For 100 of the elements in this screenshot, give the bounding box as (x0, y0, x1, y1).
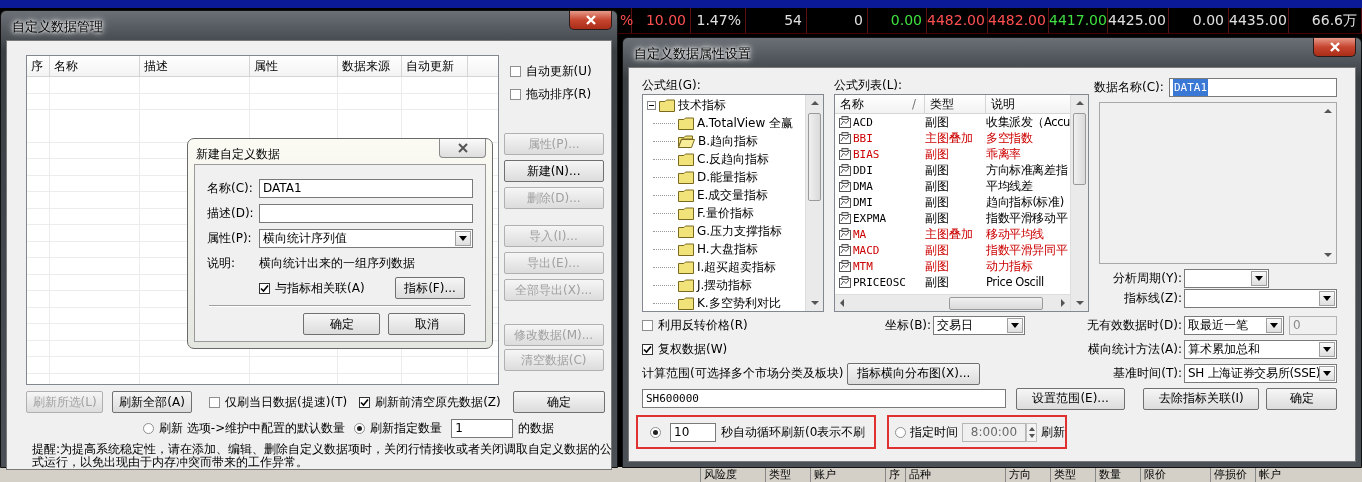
radio-button[interactable] (895, 426, 906, 438)
dialog-button[interactable]: 取消 (388, 313, 465, 335)
formula-name[interactable]: EXPMA (853, 211, 925, 225)
quote-value: 66.6万 (1289, 8, 1362, 33)
formula-name[interactable]: MACD (853, 243, 925, 257)
formula-description: 乖离率 (986, 146, 1022, 162)
tree-item[interactable]: H.大盘指标 (697, 240, 758, 258)
ok-button[interactable]: 确定 (512, 391, 605, 413)
tree-item[interactable]: A.TotalView 全赢 (697, 114, 794, 132)
radio-button[interactable] (650, 426, 661, 438)
folder-icon (659, 98, 675, 112)
tree-item[interactable]: K.多空势利对比 (697, 294, 781, 311)
quote-value: 0 (807, 8, 868, 33)
close-button[interactable] (1313, 38, 1356, 57)
formula-icon (838, 259, 853, 273)
text-field[interactable]: DATA1 (259, 179, 473, 198)
dropdown[interactable]: 交易日 (933, 316, 1026, 335)
tree-item[interactable]: G.压力支撑指标 (697, 222, 783, 240)
tree-item[interactable]: J.摆动指标 (697, 276, 753, 294)
window-title: 新建自定义数据 (195, 146, 280, 163)
quote-value: 4435.00 (1229, 8, 1289, 33)
dropdown[interactable]: 取最近一笔 (1184, 316, 1284, 335)
formula-name[interactable]: MTM (853, 259, 925, 273)
radio-button[interactable] (354, 423, 366, 434)
formula-description: 趋向指标(标准) (986, 194, 1065, 210)
radio-label: 刷新 选项->维护中配置的默认数量 (159, 420, 346, 437)
side-button[interactable]: 新建(N)... (503, 160, 604, 182)
field-label: 描述(D): (207, 205, 255, 222)
column-header[interactable]: 名称 (50, 56, 140, 76)
dropdown[interactable] (1184, 289, 1337, 308)
close-button[interactable] (569, 11, 612, 30)
tree-item[interactable]: C.反趋向指标 (697, 150, 770, 168)
column-header[interactable]: 类型 (925, 95, 986, 113)
column-header[interactable]: 数据来源 (338, 56, 402, 76)
checkbox[interactable] (642, 344, 653, 355)
quote-value: 1.47% (691, 8, 746, 33)
dropdown[interactable]: 算术累加总和 (1184, 340, 1337, 359)
formula-name[interactable]: DMI (853, 195, 925, 209)
formula-name[interactable]: DDI (853, 163, 925, 177)
dialog-button[interactable]: 去除指标关联(I) (1143, 387, 1260, 410)
checkbox[interactable] (209, 396, 221, 408)
count-field[interactable]: 1 (451, 419, 514, 438)
dropdown[interactable]: 横向统计序列值 (259, 229, 473, 248)
checkbox[interactable] (259, 282, 270, 294)
dialog-button[interactable]: 确定 (303, 313, 380, 335)
column-header[interactable]: 序 (27, 56, 50, 76)
formula-name[interactable]: BIAS (853, 147, 925, 161)
formula-name[interactable]: MA (853, 227, 925, 241)
formula-icon (838, 115, 853, 129)
tree-item[interactable]: 技术指标 (678, 96, 726, 114)
checkbox[interactable] (359, 396, 371, 408)
indicator-button[interactable]: 指标(F)... (395, 277, 465, 299)
field-label: 横向统计方法(A): (1087, 341, 1183, 358)
formula-name[interactable]: ACD (853, 115, 925, 129)
tree-item[interactable]: D.能量指标 (697, 168, 759, 186)
spinner[interactable] (1026, 422, 1037, 442)
scrollbar[interactable] (835, 294, 1070, 311)
formula-icon (838, 275, 853, 289)
seconds-field[interactable]: 10 (670, 422, 716, 442)
formula-type: 副图 (925, 178, 950, 194)
quote-value: 10.00 (632, 8, 691, 33)
range-field[interactable]: SH600000 (642, 389, 1006, 408)
column-header[interactable]: 描述 (140, 56, 250, 76)
checkbox[interactable] (642, 320, 653, 331)
dropdown[interactable] (1184, 269, 1269, 288)
checkbox[interactable] (509, 66, 521, 77)
tree-item[interactable]: F.量价指标 (697, 204, 754, 222)
tree-item[interactable]: I.超买超卖指标 (697, 258, 777, 276)
dialog-button[interactable]: 设置范围(E)... (1016, 387, 1126, 410)
scrollbar[interactable] (805, 95, 823, 311)
formula-description: 多空指数 (986, 130, 1034, 146)
scrollbar[interactable] (1070, 95, 1088, 311)
warning-note: 提醒:为提高系统稳定性，请在添加、编辑、删除自定义数据项时，关闭行情接收或者关闭调取自定义数据的公式运行，以免出现由于内存冲突而带来的工作异常。 (32, 443, 614, 469)
formula-name[interactable]: BBI (853, 131, 925, 145)
tree-item[interactable]: E.成交量指标 (697, 186, 769, 204)
refresh-label: 刷新 (1041, 423, 1065, 441)
dialog-button[interactable]: 确定 (1266, 387, 1337, 410)
formula-name[interactable]: DMA (853, 179, 925, 193)
formula-icon (838, 227, 853, 241)
formula-description: 动力指标 (986, 258, 1034, 274)
column-header[interactable]: 说明 (986, 95, 1070, 113)
column-header[interactable]: 名称 (835, 95, 907, 113)
text-field[interactable]: DATA1 (1169, 78, 1337, 97)
time-field[interactable]: 8:00:00 (962, 422, 1026, 442)
radio-button[interactable] (143, 423, 154, 434)
tree-item[interactable]: B.趋向指标 (698, 132, 759, 150)
refresh-button[interactable]: 刷新全部(A) (112, 391, 193, 413)
formula-name[interactable]: PRICEOSC (853, 275, 925, 289)
checkbox-label: 与指标相关联(A) (275, 279, 365, 297)
checkbox-label: 拖动排序(R) (525, 86, 592, 103)
formula-description: Price Oscill (986, 275, 1045, 289)
collapse-icon[interactable] (647, 100, 656, 110)
checkbox[interactable] (509, 89, 521, 100)
distribution-button[interactable]: 指标横向分布图(X)... (847, 362, 981, 385)
text-field[interactable] (259, 204, 473, 223)
column-header[interactable]: 属性 (250, 56, 338, 76)
dropdown[interactable]: SH 上海证券交易所(SSE) (1184, 364, 1337, 383)
formula-icon (838, 163, 853, 177)
formula-type: 副图 (925, 162, 950, 178)
column-header[interactable]: 自动更新 (402, 56, 468, 76)
